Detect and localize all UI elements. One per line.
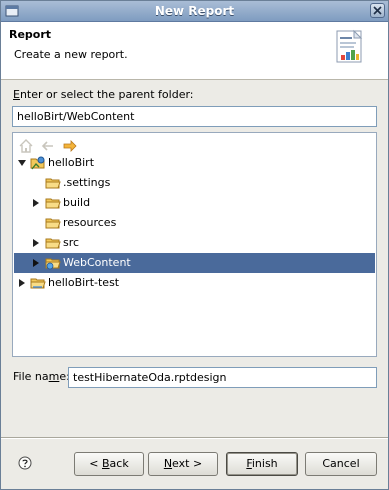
close-icon xyxy=(373,6,382,15)
tree-item-settings[interactable]: .settings xyxy=(14,173,375,193)
expand-twisty-icon[interactable] xyxy=(18,279,26,287)
file-name-label-mnemonic: m xyxy=(48,370,60,383)
back-button-pre: < xyxy=(89,457,102,470)
finish-button-post: inish xyxy=(251,457,278,470)
wizard-banner: Report Create a new report. xyxy=(1,22,388,80)
folder-tree-panel[interactable]: helloBirt .settings build resources src … xyxy=(12,132,377,357)
tree-item-label: WebContent xyxy=(63,256,131,269)
back-button-mnemonic: B xyxy=(102,457,110,470)
button-bar-separator xyxy=(1,437,388,439)
back-button[interactable]: < Back xyxy=(74,452,144,476)
next-button-post: ext > xyxy=(172,457,203,470)
folder-icon xyxy=(45,178,61,189)
window-title: New Report xyxy=(154,4,235,18)
parent-folder-input[interactable] xyxy=(12,106,377,127)
banner-title: Report xyxy=(9,28,52,41)
parent-folder-label-mnemonic: E xyxy=(13,88,20,101)
folder-icon xyxy=(45,218,61,229)
next-button-mnemonic: N xyxy=(163,457,173,470)
banner-message: Create a new report. xyxy=(14,48,128,61)
tree-item-label: .settings xyxy=(63,176,111,189)
expand-twisty-icon[interactable] xyxy=(32,239,40,247)
next-button[interactable]: Next > xyxy=(148,452,218,476)
report-wizard-icon xyxy=(336,29,363,63)
tree-item-label: helloBirt-test xyxy=(48,276,120,289)
tree-item-webcontent[interactable]: WebContent xyxy=(14,253,375,273)
help-icon[interactable] xyxy=(18,456,32,470)
web-folder-icon xyxy=(45,258,61,270)
tree-item-src[interactable]: src xyxy=(14,233,375,253)
tree-item-build[interactable]: build xyxy=(14,193,375,213)
project-icon xyxy=(30,278,46,289)
project-icon xyxy=(30,156,45,170)
title-bar[interactable]: New Report xyxy=(1,1,388,22)
new-report-dialog: New Report Report Create a new report. E… xyxy=(0,0,389,490)
tree-item-resources[interactable]: resources xyxy=(14,213,375,233)
parent-folder-label: Enter or select the parent folder: xyxy=(13,88,194,101)
expand-twisty-icon[interactable] xyxy=(32,199,40,207)
file-name-label: File name: xyxy=(13,370,70,383)
folder-icon xyxy=(45,198,61,209)
tree-item-hellobirt-test[interactable]: helloBirt-test xyxy=(14,273,375,293)
file-name-label-pre: File na xyxy=(13,370,49,383)
expand-twisty-icon[interactable] xyxy=(32,259,40,267)
back-button-post: ack xyxy=(109,457,129,470)
finish-button[interactable]: Finish xyxy=(226,452,298,476)
tree-item-label: src xyxy=(63,236,80,249)
tree-item-hellobirt[interactable]: helloBirt xyxy=(14,153,375,173)
file-name-input[interactable] xyxy=(68,367,377,388)
collapse-twisty-icon[interactable] xyxy=(18,159,26,167)
tree-item-label: helloBirt xyxy=(48,156,95,169)
parent-folder-label-text: nter or select the parent folder: xyxy=(19,88,194,101)
tree-item-label: build xyxy=(63,196,91,209)
cancel-button[interactable]: Cancel xyxy=(305,452,377,476)
close-button[interactable] xyxy=(370,3,385,18)
tree-item-label: resources xyxy=(63,216,117,229)
folder-icon xyxy=(45,238,61,249)
